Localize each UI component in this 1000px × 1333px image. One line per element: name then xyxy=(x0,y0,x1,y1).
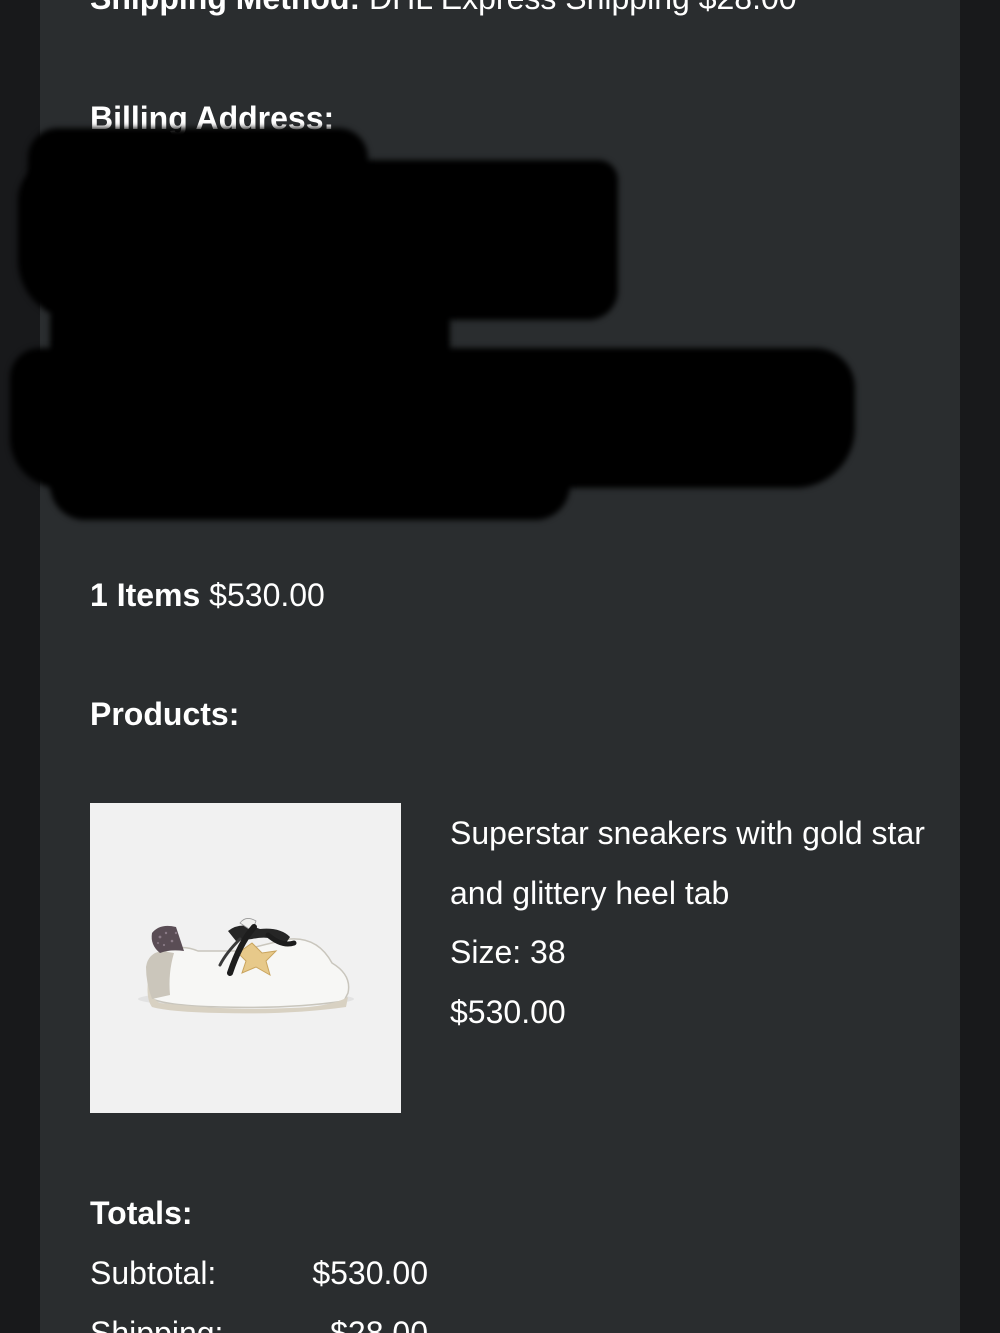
shipping-value: $28.00 xyxy=(330,1315,428,1333)
order-summary-card: Shipping Method: DHL Express Shipping $2… xyxy=(10,0,960,1333)
product-image[interactable] xyxy=(90,803,401,1113)
shipping-row: Shipping: $28.00 xyxy=(90,1313,490,1333)
redaction-mark xyxy=(50,450,570,520)
shipping-label: Shipping: xyxy=(90,1315,224,1333)
product-price: $530.00 xyxy=(450,993,566,1030)
product-details: Superstar sneakers with gold star and gl… xyxy=(450,804,930,1042)
subtotal-value: $530.00 xyxy=(312,1255,428,1291)
products-heading: Products: xyxy=(90,696,240,732)
subtotal-label: Subtotal: xyxy=(90,1255,217,1291)
sneaker-image xyxy=(138,918,354,1014)
items-summary: 1 Items $530.00 xyxy=(90,575,325,615)
items-count: 1 Items xyxy=(90,577,201,613)
product-name[interactable]: Superstar sneakers with gold star and gl… xyxy=(450,804,930,923)
shipping-method-value: DHL Express Shipping $28.00 xyxy=(369,0,797,16)
items-total: $530.00 xyxy=(209,577,325,613)
subtotal-row: Subtotal: $530.00 xyxy=(90,1253,490,1293)
totals-heading: Totals: xyxy=(90,1195,193,1231)
order-confirmation-page: Shipping Method: DHL Express Shipping $2… xyxy=(0,0,1000,1333)
product-size: Size: 38 xyxy=(450,934,566,970)
shipping-method-line: Shipping Method: DHL Express Shipping $2… xyxy=(90,0,797,18)
shipping-method-label: Shipping Method: xyxy=(90,0,360,16)
redaction-mark xyxy=(28,128,368,198)
